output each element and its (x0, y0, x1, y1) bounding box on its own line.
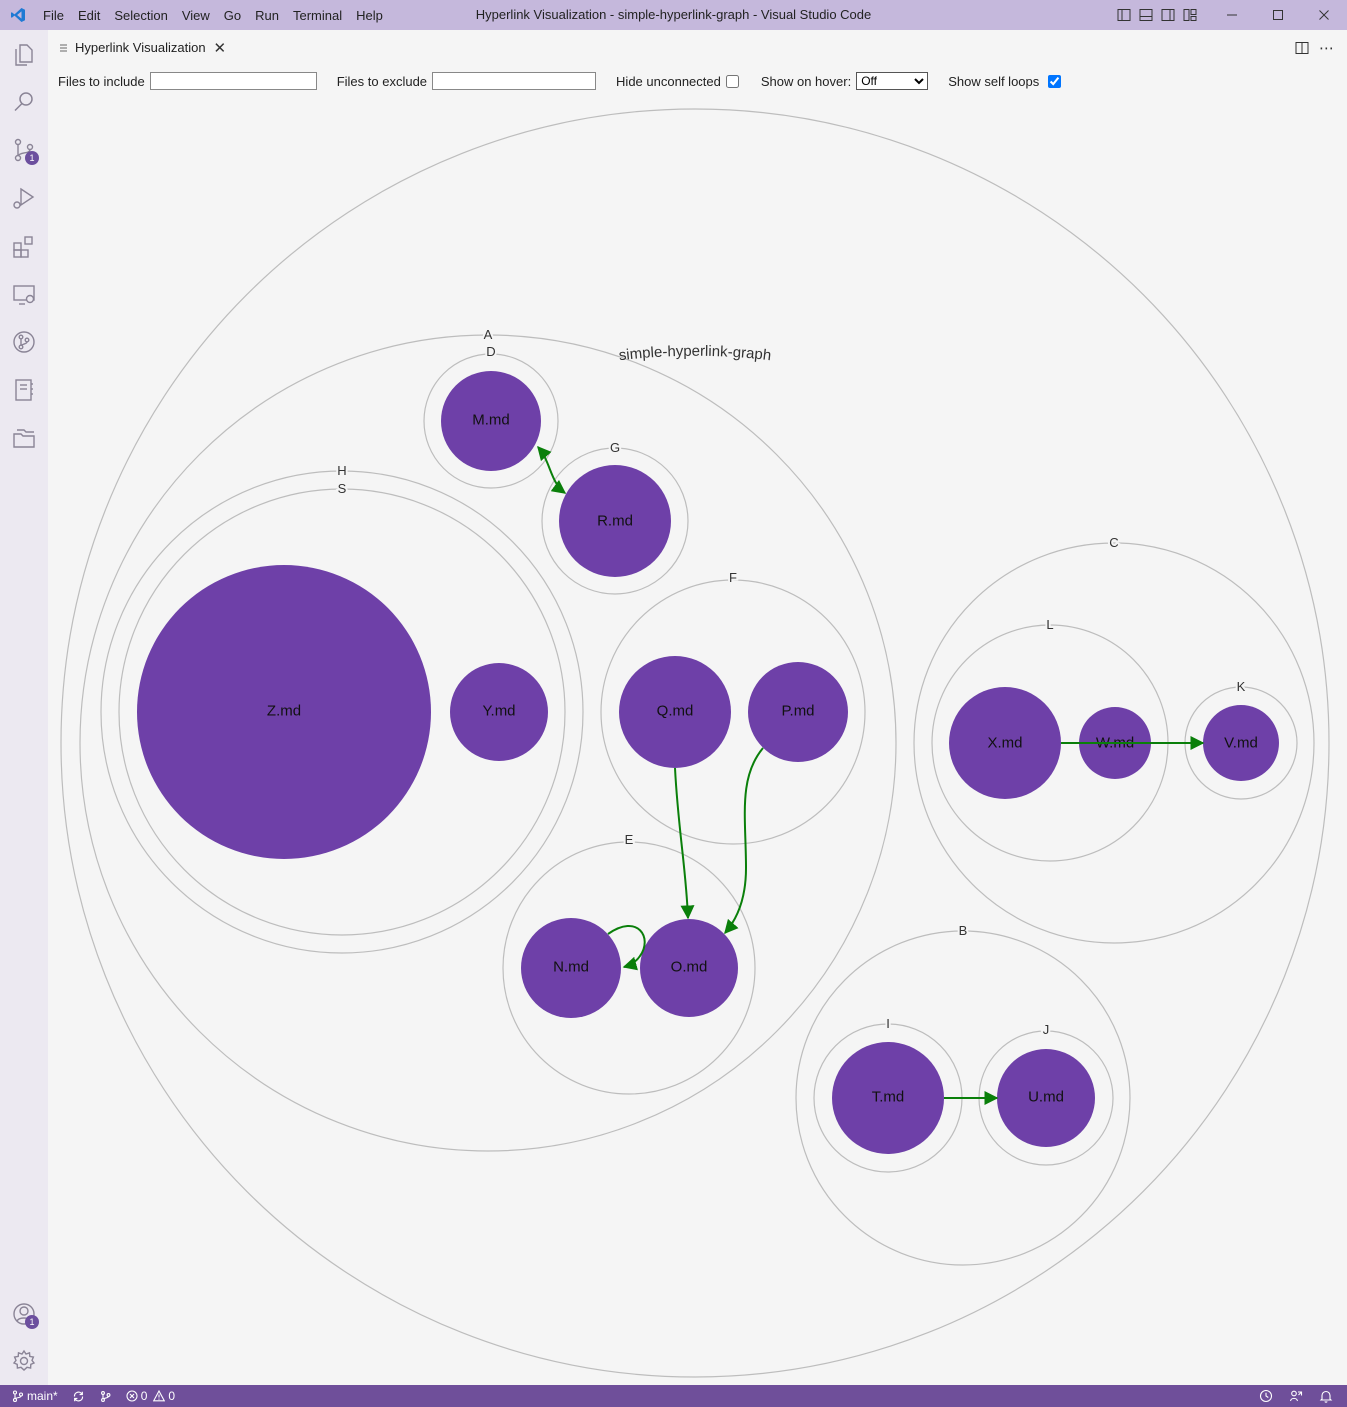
tab-label: Hyperlink Visualization (75, 40, 206, 55)
show-self-loops-checkbox[interactable] (1048, 74, 1062, 88)
menu-file[interactable]: File (36, 8, 71, 23)
error-count: 0 (140, 1389, 148, 1403)
toggle-panel-icon[interactable] (1135, 0, 1157, 30)
customize-layout-icon[interactable] (1179, 0, 1201, 30)
settings-gear-icon[interactable] (0, 1337, 48, 1385)
file-label-r: R.md (597, 513, 633, 530)
problems-status[interactable]: 0 0 (126, 1389, 175, 1403)
git-graph-icon[interactable] (0, 318, 48, 366)
hide-unconnected-label: Hide unconnected (616, 73, 721, 89)
notifications-bell-icon[interactable] (1319, 1389, 1333, 1403)
group-label-j: J (1043, 1022, 1050, 1037)
remote-explorer-icon[interactable] (0, 270, 48, 318)
menu-terminal[interactable]: Terminal (286, 8, 349, 23)
files-include-label: Files to include (58, 73, 145, 89)
group-label-c: C (1109, 535, 1118, 550)
activity-bar: 1 1 (0, 30, 48, 1385)
group-label-a: A (484, 327, 493, 342)
menu-edit[interactable]: Edit (71, 8, 107, 23)
window-controls (1113, 0, 1347, 30)
file-label-u: U.md (1028, 1089, 1064, 1106)
source-control-badge: 1 (25, 151, 39, 165)
close-window-button[interactable] (1301, 0, 1347, 30)
preview-icon (58, 43, 68, 53)
file-label-t: T.md (872, 1089, 905, 1106)
graph-filter-toolbar: Files to include Files to exclude Hide u… (58, 70, 1062, 92)
menu-run[interactable]: Run (248, 8, 286, 23)
show-on-hover-select[interactable]: Off (856, 72, 929, 90)
group-label-k: K (1237, 679, 1246, 694)
accounts-badge: 1 (25, 1315, 39, 1329)
vscode-logo-icon (11, 8, 25, 22)
file-label-o: O.md (671, 959, 708, 976)
root-group-label: simple-hyperlink-graph (618, 343, 772, 364)
group-label-d: D (486, 344, 495, 359)
sync-icon[interactable] (72, 1390, 85, 1403)
file-label-x: X.md (987, 735, 1022, 752)
link-p-o[interactable] (724, 747, 764, 935)
group-label-l: L (1046, 617, 1053, 632)
title-bar: File Edit Selection View Go Run Terminal… (0, 0, 1347, 30)
run-debug-icon[interactable] (0, 174, 48, 222)
error-icon (126, 1390, 138, 1402)
editor-actions: ⋯ (1295, 30, 1335, 65)
menu-selection[interactable]: Selection (107, 8, 174, 23)
project-manager-icon[interactable] (0, 414, 48, 462)
toggle-primary-sidebar-icon[interactable] (1113, 0, 1135, 30)
files-exclude-label: Files to exclude (336, 73, 428, 89)
group-label-i: I (886, 1016, 890, 1031)
menu-help[interactable]: Help (349, 8, 390, 23)
menu-view[interactable]: View (175, 8, 217, 23)
notebook-icon[interactable] (0, 366, 48, 414)
maximize-button[interactable] (1255, 0, 1301, 30)
file-label-n: N.md (553, 959, 589, 976)
group-label-f: F (729, 570, 737, 585)
close-tab-icon[interactable]: ✕ (214, 39, 227, 57)
extensions-icon[interactable] (0, 222, 48, 270)
link-q-o[interactable] (674, 767, 695, 920)
file-label-p: P.md (781, 703, 814, 720)
git-graph-status-icon[interactable] (99, 1390, 112, 1403)
group-label-e: E (625, 832, 634, 847)
hyperlink-graph: simple-hyperlink-graph A D G H S F E C L… (60, 108, 1330, 1378)
explorer-icon[interactable] (0, 30, 48, 78)
search-icon[interactable] (0, 78, 48, 126)
accounts-icon[interactable]: 1 (0, 1290, 48, 1338)
minimize-button[interactable] (1209, 0, 1255, 30)
menu-bar: File Edit Selection View Go Run Terminal… (36, 0, 390, 30)
branch-name: main* (27, 1389, 58, 1403)
source-control-icon[interactable]: 1 (0, 126, 48, 174)
hide-unconnected-checkbox[interactable] (725, 74, 739, 88)
group-label-b: B (959, 923, 968, 938)
group-label-g: G (610, 440, 620, 455)
toggle-secondary-sidebar-icon[interactable] (1157, 0, 1179, 30)
file-label-y: Y.md (482, 703, 515, 720)
group-label-s: S (338, 481, 347, 496)
warning-count: 0 (168, 1389, 176, 1403)
files-include-input[interactable] (149, 72, 317, 90)
branch-status[interactable]: main* (12, 1389, 58, 1403)
show-on-hover-label: Show on hover: (760, 73, 852, 89)
split-editor-icon[interactable] (1295, 41, 1309, 55)
files-exclude-input[interactable] (432, 72, 597, 90)
more-actions-icon[interactable]: ⋯ (1319, 39, 1335, 57)
file-label-v: V.md (1224, 735, 1258, 752)
group-label-h: H (337, 463, 346, 478)
file-label-z: Z.md (267, 703, 301, 720)
git-branch-icon (12, 1390, 24, 1402)
show-self-loops-label: Show self loops (948, 73, 1040, 89)
timeline-icon[interactable] (1259, 1389, 1273, 1403)
file-label-q: Q.md (657, 703, 694, 720)
tab-hyperlink-visualization[interactable]: Hyperlink Visualization ✕ (58, 30, 226, 65)
file-label-m: M.md (472, 412, 510, 429)
warning-icon (153, 1390, 166, 1402)
menu-go[interactable]: Go (217, 8, 248, 23)
editor-tab-bar: Hyperlink Visualization ✕ ⋯ (48, 30, 1347, 65)
status-bar: main* 0 0 (0, 1385, 1347, 1407)
live-share-icon[interactable] (1289, 1389, 1303, 1403)
